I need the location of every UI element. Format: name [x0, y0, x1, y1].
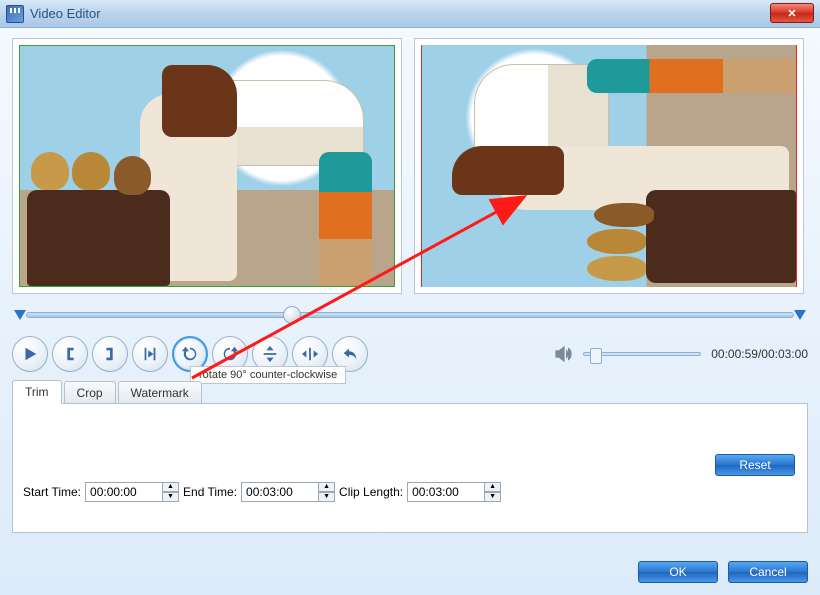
spin-down-icon[interactable]: ▼ — [319, 492, 335, 502]
mark-out-icon — [101, 345, 119, 363]
end-time-field[interactable]: ▲▼ — [241, 482, 335, 502]
rotate-ccw-icon — [181, 345, 199, 363]
speaker-icon[interactable] — [553, 344, 573, 364]
tab-crop[interactable]: Crop — [64, 381, 116, 404]
flip-horizontal-icon — [301, 345, 319, 363]
spin-down-icon[interactable]: ▼ — [163, 492, 179, 502]
mark-out-button[interactable] — [92, 336, 128, 372]
source-preview — [12, 38, 402, 294]
output-video-frame — [421, 45, 797, 287]
spin-up-icon[interactable]: ▲ — [163, 482, 179, 492]
clip-length-input[interactable] — [407, 482, 485, 502]
source-video-frame — [19, 45, 395, 287]
end-time-label: End Time: — [183, 485, 237, 499]
range-start-marker[interactable] — [14, 310, 26, 320]
mark-in-button[interactable] — [52, 336, 88, 372]
start-time-input[interactable] — [85, 482, 163, 502]
close-icon: ✕ — [787, 7, 796, 20]
play-button[interactable] — [12, 336, 48, 372]
tab-trim[interactable]: Trim — [12, 380, 62, 404]
dialog-buttons: OK Cancel — [12, 551, 808, 583]
ok-button[interactable]: OK — [638, 561, 718, 583]
tab-watermark[interactable]: Watermark — [118, 381, 202, 404]
time-display: 00:00:59/00:03:00 — [711, 347, 808, 361]
play-range-button[interactable] — [132, 336, 168, 372]
play-icon — [21, 345, 39, 363]
clip-length-field[interactable]: ▲▼ — [407, 482, 501, 502]
spin-up-icon[interactable]: ▲ — [319, 482, 335, 492]
timeline-slider[interactable] — [12, 304, 808, 326]
output-preview — [414, 38, 804, 294]
timeline-track[interactable] — [26, 312, 794, 318]
play-range-icon — [141, 345, 159, 363]
window-title: Video Editor — [30, 6, 101, 21]
mark-in-icon — [61, 345, 79, 363]
flip-vertical-icon — [261, 345, 279, 363]
tab-strip: Trim Crop Watermark — [12, 380, 808, 404]
work-area: rotate 90° counter-clockwise 00:00:59/00… — [0, 28, 820, 595]
app-icon — [6, 5, 24, 23]
preview-row — [12, 38, 808, 294]
cancel-button[interactable]: Cancel — [728, 561, 808, 583]
end-time-input[interactable] — [241, 482, 319, 502]
reset-button[interactable]: Reset — [715, 454, 795, 476]
start-time-label: Start Time: — [23, 485, 81, 499]
volume-slider[interactable] — [583, 352, 701, 356]
spin-down-icon[interactable]: ▼ — [485, 492, 501, 502]
timeline-thumb[interactable] — [283, 306, 301, 324]
close-button[interactable]: ✕ — [770, 3, 814, 23]
trim-panel: Start Time: ▲▼ End Time: ▲▼ Clip Length:… — [12, 403, 808, 533]
clip-length-label: Clip Length: — [339, 485, 403, 499]
title-bar: Video Editor ✕ — [0, 0, 820, 28]
range-end-marker[interactable] — [794, 310, 806, 320]
transport-controls: rotate 90° counter-clockwise 00:00:59/00… — [12, 336, 808, 372]
start-time-field[interactable]: ▲▼ — [85, 482, 179, 502]
spin-up-icon[interactable]: ▲ — [485, 482, 501, 492]
rotate-cw-icon — [221, 345, 239, 363]
undo-icon — [341, 345, 359, 363]
